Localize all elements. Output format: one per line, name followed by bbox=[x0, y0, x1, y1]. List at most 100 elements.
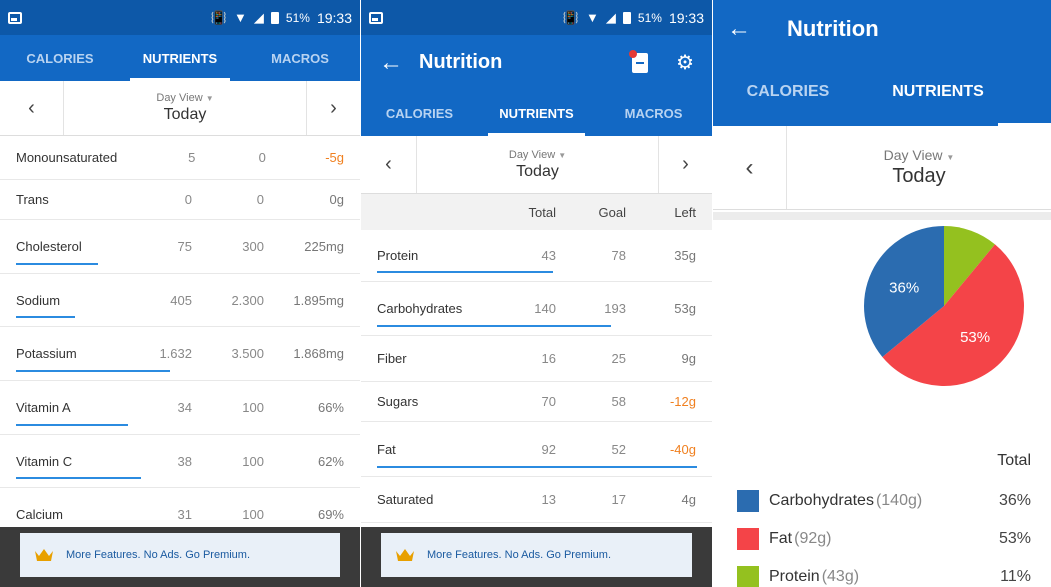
legend-item-protein: Protein (43g) 11% bbox=[737, 566, 1031, 587]
pie-label-fat: 53% bbox=[960, 329, 990, 346]
nutrient-total: 92 bbox=[541, 441, 556, 457]
battery-icon bbox=[622, 11, 631, 24]
nutrient-name: Monounsaturated bbox=[16, 150, 118, 165]
column-headers: Total Goal Left bbox=[361, 194, 712, 230]
title-bar: ← Nutrition bbox=[713, 0, 1051, 58]
panel-macros: ← Nutrition CALORIES NUTRIENTS ‹ Day Vie… bbox=[713, 0, 1051, 587]
gallery-notification-icon bbox=[8, 11, 22, 24]
total-header: Total bbox=[997, 452, 1031, 469]
progress-bar bbox=[377, 325, 611, 327]
legend-percent: 53% bbox=[998, 530, 1031, 547]
dropdown-arrow-icon: ▼ bbox=[558, 150, 567, 160]
clock: 19:33 bbox=[668, 9, 704, 26]
nutrient-total: 70 bbox=[541, 394, 556, 409]
crown-icon bbox=[34, 548, 54, 562]
legend-item-fat: Fat (92g) 53% bbox=[737, 528, 1031, 550]
nutrient-left: 53g bbox=[674, 301, 696, 316]
day-selector: ‹ Day View ▼ Today › bbox=[361, 136, 712, 194]
back-arrow-icon[interactable]: ← bbox=[379, 49, 419, 77]
nutrient-left: 225mg bbox=[304, 239, 344, 254]
nutrient-name: Vitamin C bbox=[16, 453, 73, 469]
app-bar: ← Nutrition ⚙ CALORIES NUTRIENTS MACROS bbox=[361, 35, 712, 136]
premium-banner[interactable]: More Features. No Ads. Go Premium. bbox=[381, 533, 692, 577]
nutrient-goal: 300 bbox=[242, 239, 264, 254]
tab-bar: CALORIES NUTRIENTS MACROS bbox=[0, 35, 360, 81]
tab-calories[interactable]: CALORIES bbox=[361, 90, 478, 136]
day-view-dropdown[interactable]: Day View ▼ Today bbox=[787, 126, 1051, 209]
signal-icon: ◢ bbox=[605, 9, 616, 25]
nutrient-left: 69% bbox=[317, 507, 344, 522]
progress-bar bbox=[16, 263, 98, 265]
nutrient-name: Vitamin A bbox=[16, 400, 71, 415]
header-goal: Goal bbox=[598, 204, 626, 220]
nutrient-total: 405 bbox=[170, 292, 192, 308]
tab-bar: CALORIES NUTRIENTS MACROS bbox=[361, 90, 712, 136]
nutrient-row: Carbohydrates 140 193 53g bbox=[361, 282, 712, 336]
previous-day-button[interactable]: ‹ bbox=[713, 126, 787, 209]
legend-amount: (92g) bbox=[794, 530, 832, 547]
tab-calories[interactable]: CALORIES bbox=[713, 58, 863, 126]
wifi-icon: ▼ bbox=[234, 10, 247, 25]
progress-bar bbox=[16, 370, 171, 372]
nutrient-total: 13 bbox=[541, 492, 556, 507]
title-bar: ← Nutrition ⚙ bbox=[361, 35, 712, 90]
app-bar: ← Nutrition CALORIES NUTRIENTS bbox=[713, 0, 1051, 126]
nutrient-goal: 100 bbox=[242, 400, 264, 415]
app-bar: CALORIES NUTRIENTS MACROS bbox=[0, 35, 360, 81]
progress-bar bbox=[16, 316, 76, 318]
legend-swatch bbox=[737, 566, 759, 587]
nutrient-left: -12g bbox=[669, 394, 696, 409]
report-document-icon[interactable] bbox=[629, 49, 649, 73]
legend-amount: (43g) bbox=[821, 568, 860, 585]
tab-nutrients[interactable]: NUTRIENTS bbox=[863, 58, 1051, 126]
nutrient-total: 0 bbox=[184, 192, 192, 207]
nutrient-name: Sugars bbox=[377, 394, 419, 409]
progress-bar bbox=[16, 424, 128, 426]
nutrient-left: 9g bbox=[681, 351, 696, 366]
battery-icon bbox=[270, 11, 279, 24]
header-left: Left bbox=[674, 204, 696, 220]
nutrient-total: 75 bbox=[177, 239, 192, 254]
next-day-button[interactable]: › bbox=[658, 136, 712, 193]
next-day-button[interactable]: › bbox=[306, 81, 360, 135]
tab-bar: CALORIES NUTRIENTS bbox=[713, 58, 1051, 126]
nutrient-name: Saturated bbox=[377, 492, 434, 507]
tab-macros[interactable]: MACROS bbox=[240, 35, 360, 81]
legend-item-carbohydrates: Carbohydrates (140g) 36% bbox=[737, 490, 1031, 512]
nutrient-name: Fiber bbox=[377, 351, 407, 366]
tab-macros[interactable]: MACROS bbox=[595, 90, 712, 136]
page-title: Nutrition bbox=[419, 51, 503, 73]
tab-calories[interactable]: CALORIES bbox=[0, 35, 120, 81]
nutrient-row: Vitamin C 38 100 62% bbox=[0, 435, 360, 488]
day-view-label: Day View bbox=[883, 147, 943, 163]
tab-nutrients[interactable]: NUTRIENTS bbox=[120, 35, 240, 81]
status-bar: 📳 ▼ ◢ 51% 19:33 bbox=[361, 0, 712, 35]
legend-percent: 11% bbox=[1000, 568, 1031, 585]
tab-nutrients[interactable]: NUTRIENTS bbox=[478, 90, 595, 136]
nutrient-name: Calcium bbox=[16, 507, 63, 522]
nutrient-row: Sodium 405 2.300 1.895mg bbox=[0, 274, 360, 327]
day-selector: ‹ Day View ▼ Today bbox=[713, 126, 1051, 210]
nutrient-name: Cholesterol bbox=[16, 239, 82, 254]
previous-day-button[interactable]: ‹ bbox=[0, 81, 64, 135]
battery-percent: 51% bbox=[637, 10, 662, 25]
nutrient-goal: 78 bbox=[611, 248, 626, 263]
nutrient-total: 5 bbox=[188, 150, 196, 165]
nutrient-row: Sugars 70 58 -12g bbox=[361, 382, 712, 422]
nutrient-total: 31 bbox=[177, 507, 192, 522]
progress-bar bbox=[377, 466, 697, 468]
current-date: Today bbox=[163, 106, 207, 123]
back-arrow-icon[interactable]: ← bbox=[727, 15, 767, 43]
nutrient-list: Monounsaturated 5 0 -5g Trans 0 0 0g Cholesterol… bbox=[0, 136, 360, 542]
day-view-dropdown[interactable]: Day View ▼ Today bbox=[417, 136, 658, 193]
clock: 19:33 bbox=[316, 9, 352, 26]
current-date: Today bbox=[892, 165, 946, 187]
previous-day-button[interactable]: ‹ bbox=[361, 136, 417, 193]
settings-gear-icon[interactable]: ⚙ bbox=[676, 50, 694, 75]
nutrient-goal: 52 bbox=[611, 441, 626, 457]
nutrient-left: -5g bbox=[325, 150, 345, 165]
day-view-dropdown[interactable]: Day View ▼ Today bbox=[64, 81, 306, 135]
premium-banner[interactable]: More Features. No Ads. Go Premium. bbox=[20, 533, 340, 577]
nutrient-name: Trans bbox=[16, 192, 49, 207]
legend-name: Fat bbox=[769, 530, 793, 547]
